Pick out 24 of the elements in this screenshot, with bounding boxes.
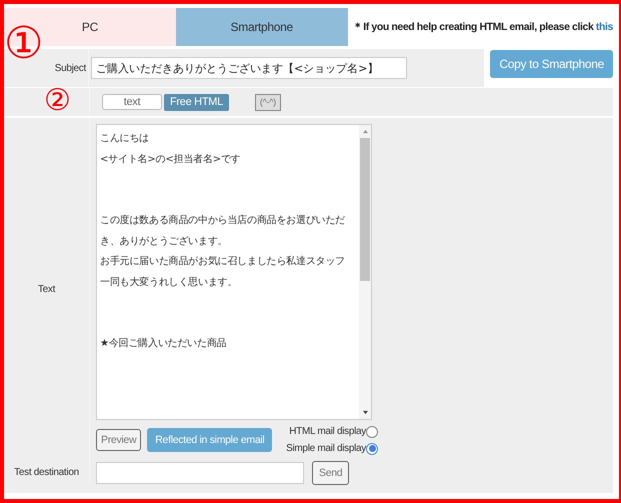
subject-field[interactable]: ご購入いただきありがとうございます【<ショップ名>】 bbox=[91, 57, 407, 79]
copy-to-smartphone-button[interactable]: Copy to Smartphone bbox=[490, 50, 613, 78]
scrollbar[interactable] bbox=[359, 125, 371, 419]
action-button[interactable]: Reflected in simple email bbox=[147, 428, 272, 452]
help-note: ＊If you need help creating HTML email, please click this bbox=[352, 20, 613, 34]
send-button[interactable]: Send bbox=[312, 461, 350, 485]
subject-label: Subject bbox=[54, 62, 86, 74]
help-link[interactable]: this bbox=[596, 21, 613, 33]
radio-button[interactable] bbox=[366, 442, 378, 454]
test-destination-field[interactable] bbox=[96, 462, 304, 484]
toolbar-button[interactable]: text bbox=[102, 94, 162, 110]
toolbar-button[interactable]: Free HTML bbox=[164, 94, 229, 110]
scroll-up-icon[interactable] bbox=[362, 129, 368, 134]
test-destination-label: Test destination bbox=[14, 466, 79, 478]
radio-label: HTML mail display bbox=[289, 426, 366, 437]
action-button[interactable]: Preview bbox=[96, 429, 142, 451]
tab[interactable]: Smartphone bbox=[176, 8, 348, 46]
annotation-number: ② bbox=[44, 86, 71, 116]
text-label: Text bbox=[38, 284, 56, 295]
toolbar-button[interactable]: (^-^) bbox=[254, 94, 281, 110]
scroll-down-icon[interactable] bbox=[362, 410, 368, 415]
radio-button[interactable] bbox=[366, 426, 378, 438]
radio-label: Simple mail display bbox=[286, 443, 366, 454]
message-text-area[interactable]: こんにちは <サイト名>の<担当者名>です この度は数ある商品の中から当店の商品をお選びいただ き、ありがとうございます。 お手元に届いた商品がお気に召しましたら私達スタッフ 一同も大変うれしく思います。 ★今回ご購入いただいた商品 bbox=[96, 124, 372, 420]
